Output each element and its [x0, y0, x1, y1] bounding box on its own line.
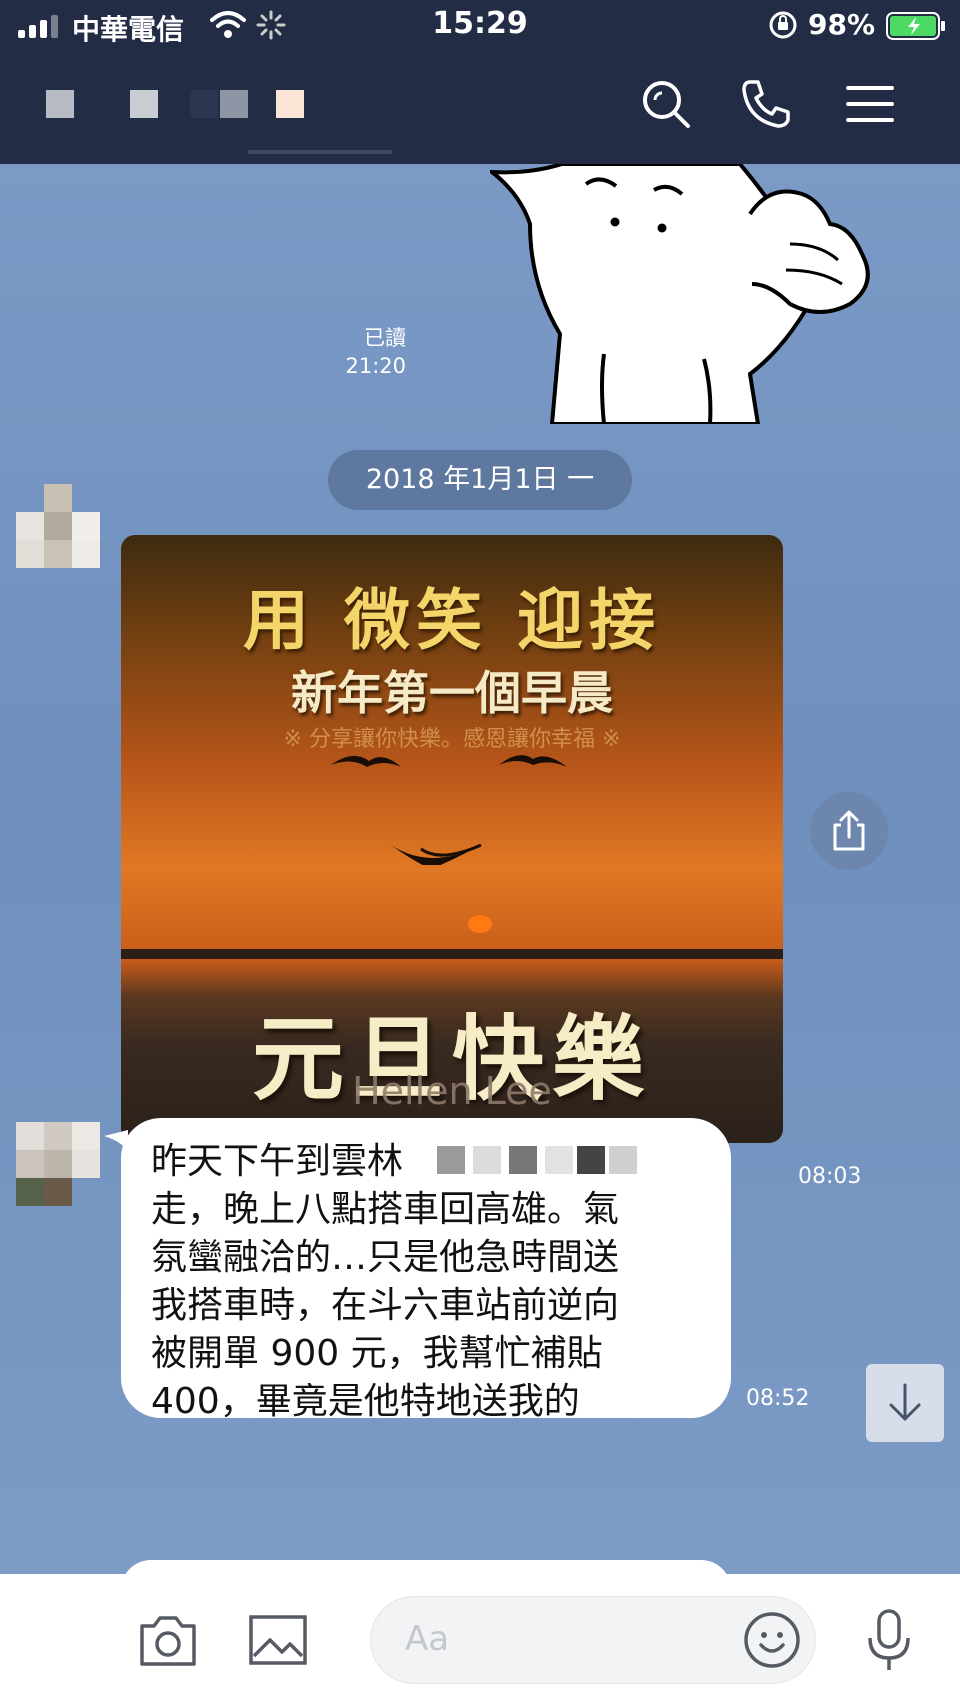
- status-bar: 中華電信 15:29 98%: [0, 0, 960, 52]
- message-time: 08:03: [798, 1164, 862, 1189]
- read-time: 21:20: [345, 354, 406, 378]
- message-line: 被開單 900 元，我幫忙補貼: [151, 1333, 603, 1374]
- battery-percentage: 98%: [808, 8, 876, 41]
- read-receipt: 已讀 21:20: [300, 324, 406, 380]
- message-time: 08:52: [746, 1386, 810, 1411]
- image-watermark: Hellen Lee: [352, 1069, 552, 1113]
- orientation-lock-icon: [768, 10, 798, 40]
- header-underline: [248, 150, 392, 154]
- message-input-placeholder: Aa: [405, 1619, 450, 1659]
- bubble-tail: [104, 1130, 128, 1150]
- image-message[interactable]: 用 微笑 迎接 新年第一個早晨 ※ 分享讓你快樂。感恩讓你幸福 ※ 元旦快樂 H…: [121, 535, 783, 1143]
- date-separator: 2018 年1月1日 一: [328, 450, 632, 510]
- battery-icon: [886, 12, 946, 40]
- image-subtitle-line: 新年第一個早晨: [291, 666, 613, 720]
- next-message-bubble[interactable]: [121, 1560, 731, 1574]
- share-icon: [829, 809, 869, 853]
- message-line: 氛蠻融洽的…只是他急時間送: [151, 1237, 620, 1278]
- chat-area[interactable]: 已讀 21:20 2018 年1月1日 一 用 微笑 迎接 新年第一個早晨 ※ …: [0, 164, 960, 1574]
- image-title-line: 用 微笑 迎接: [243, 581, 661, 659]
- camera-icon[interactable]: [138, 1612, 198, 1668]
- chat-title-redacted: [40, 88, 310, 128]
- microphone-icon[interactable]: [864, 1608, 914, 1672]
- search-icon[interactable]: [638, 76, 694, 132]
- read-label: 已讀: [364, 326, 406, 350]
- image-icon[interactable]: [248, 1612, 308, 1668]
- message-line: 400，畢竟是他特地送我的: [151, 1381, 580, 1422]
- message-line: 走，晚上八點搭車回高雄。氣: [151, 1189, 620, 1230]
- sun: [468, 915, 492, 933]
- chat-header: [0, 52, 960, 164]
- phone-icon[interactable]: [738, 76, 794, 132]
- menu-icon[interactable]: [846, 80, 894, 128]
- share-button[interactable]: [810, 792, 888, 870]
- message-input[interactable]: Aa: [370, 1596, 816, 1684]
- emoji-icon[interactable]: [743, 1611, 801, 1669]
- message-line: 我搭車時，在斗六車站前逆向: [151, 1285, 620, 1326]
- avatar[interactable]: [16, 1122, 100, 1206]
- text-message-bubble[interactable]: 昨天下午到雲林 走，晚上八點搭車回高雄。氣 氛蠻融洽的…只是他急時間送 我搭車時…: [121, 1118, 731, 1422]
- shoreline: [121, 949, 783, 959]
- redacted-text: [437, 1140, 637, 1180]
- avatar[interactable]: [16, 484, 100, 568]
- birds-smile-icon: [121, 745, 783, 865]
- sticker-thumbs-up[interactable]: [490, 164, 900, 424]
- composer-bar: Aa: [0, 1574, 960, 1708]
- scroll-down-icon: [885, 1381, 925, 1425]
- scroll-down-button[interactable]: [866, 1364, 944, 1442]
